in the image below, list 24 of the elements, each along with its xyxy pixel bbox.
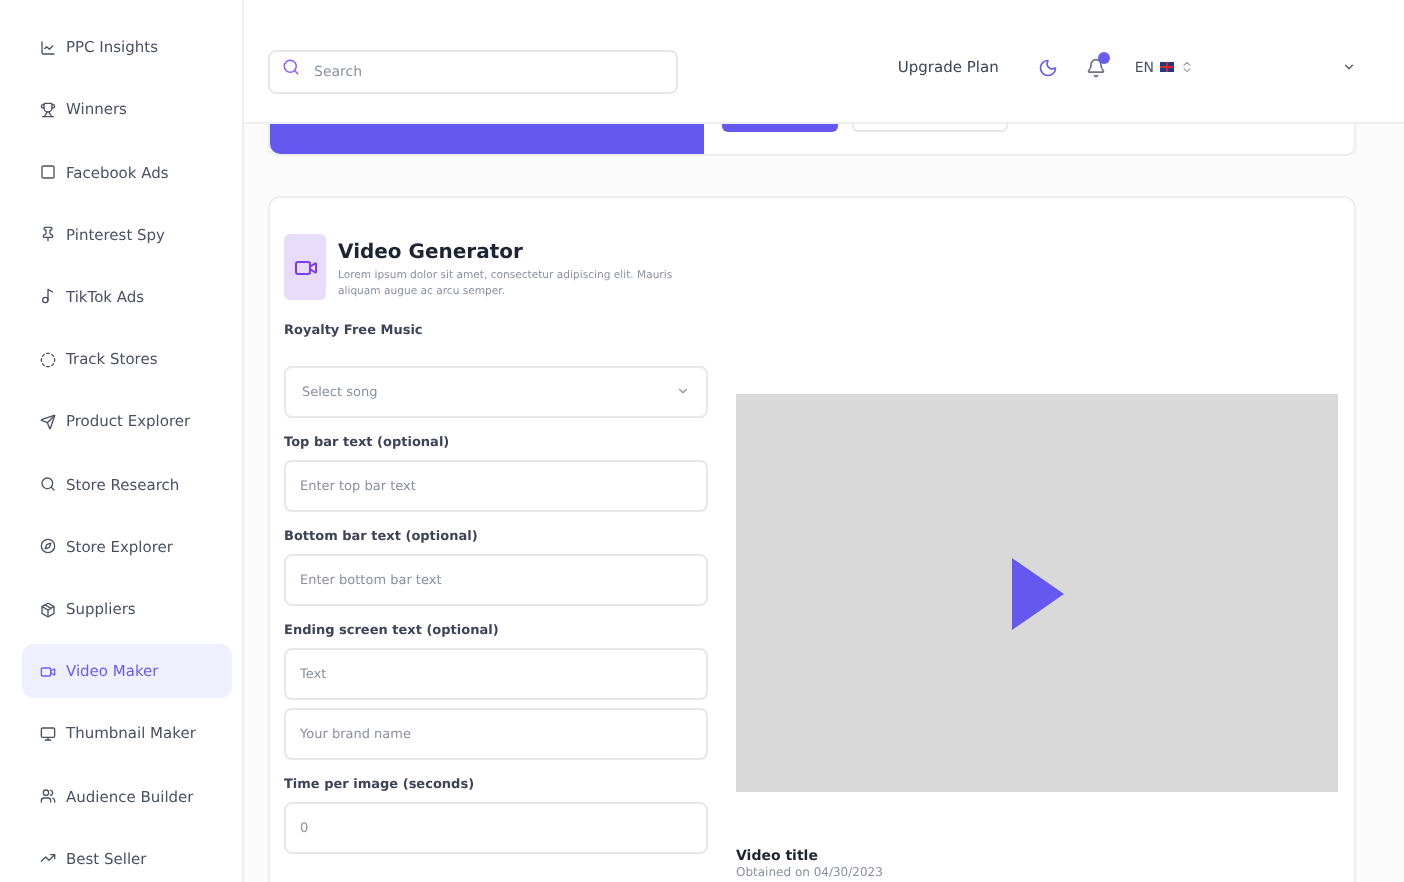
compass-icon xyxy=(40,538,56,555)
bell-icon[interactable] xyxy=(1086,57,1107,77)
card-title: Video Generator xyxy=(338,242,525,264)
chart-icon xyxy=(40,39,56,56)
pin-icon xyxy=(40,226,56,243)
sort-icon xyxy=(1180,60,1194,74)
play-icon[interactable] xyxy=(1011,557,1063,629)
send-icon xyxy=(40,413,56,430)
dashed-circle-icon xyxy=(40,351,56,368)
video-camera-icon xyxy=(40,663,56,680)
square-icon xyxy=(40,164,56,181)
music-note-icon xyxy=(40,288,56,305)
search-icon xyxy=(40,476,56,493)
moon-icon[interactable] xyxy=(1038,57,1059,77)
monitor-icon xyxy=(40,725,56,742)
package-icon xyxy=(40,601,56,618)
chevron-icon[interactable] xyxy=(1342,60,1356,74)
flag-icon xyxy=(1160,62,1174,72)
chevron-icon xyxy=(676,384,690,399)
search-icon xyxy=(282,57,300,75)
trophy-icon xyxy=(40,101,56,118)
video-camera-icon xyxy=(284,234,326,300)
users-icon xyxy=(40,788,56,805)
trend-icon xyxy=(40,850,56,867)
